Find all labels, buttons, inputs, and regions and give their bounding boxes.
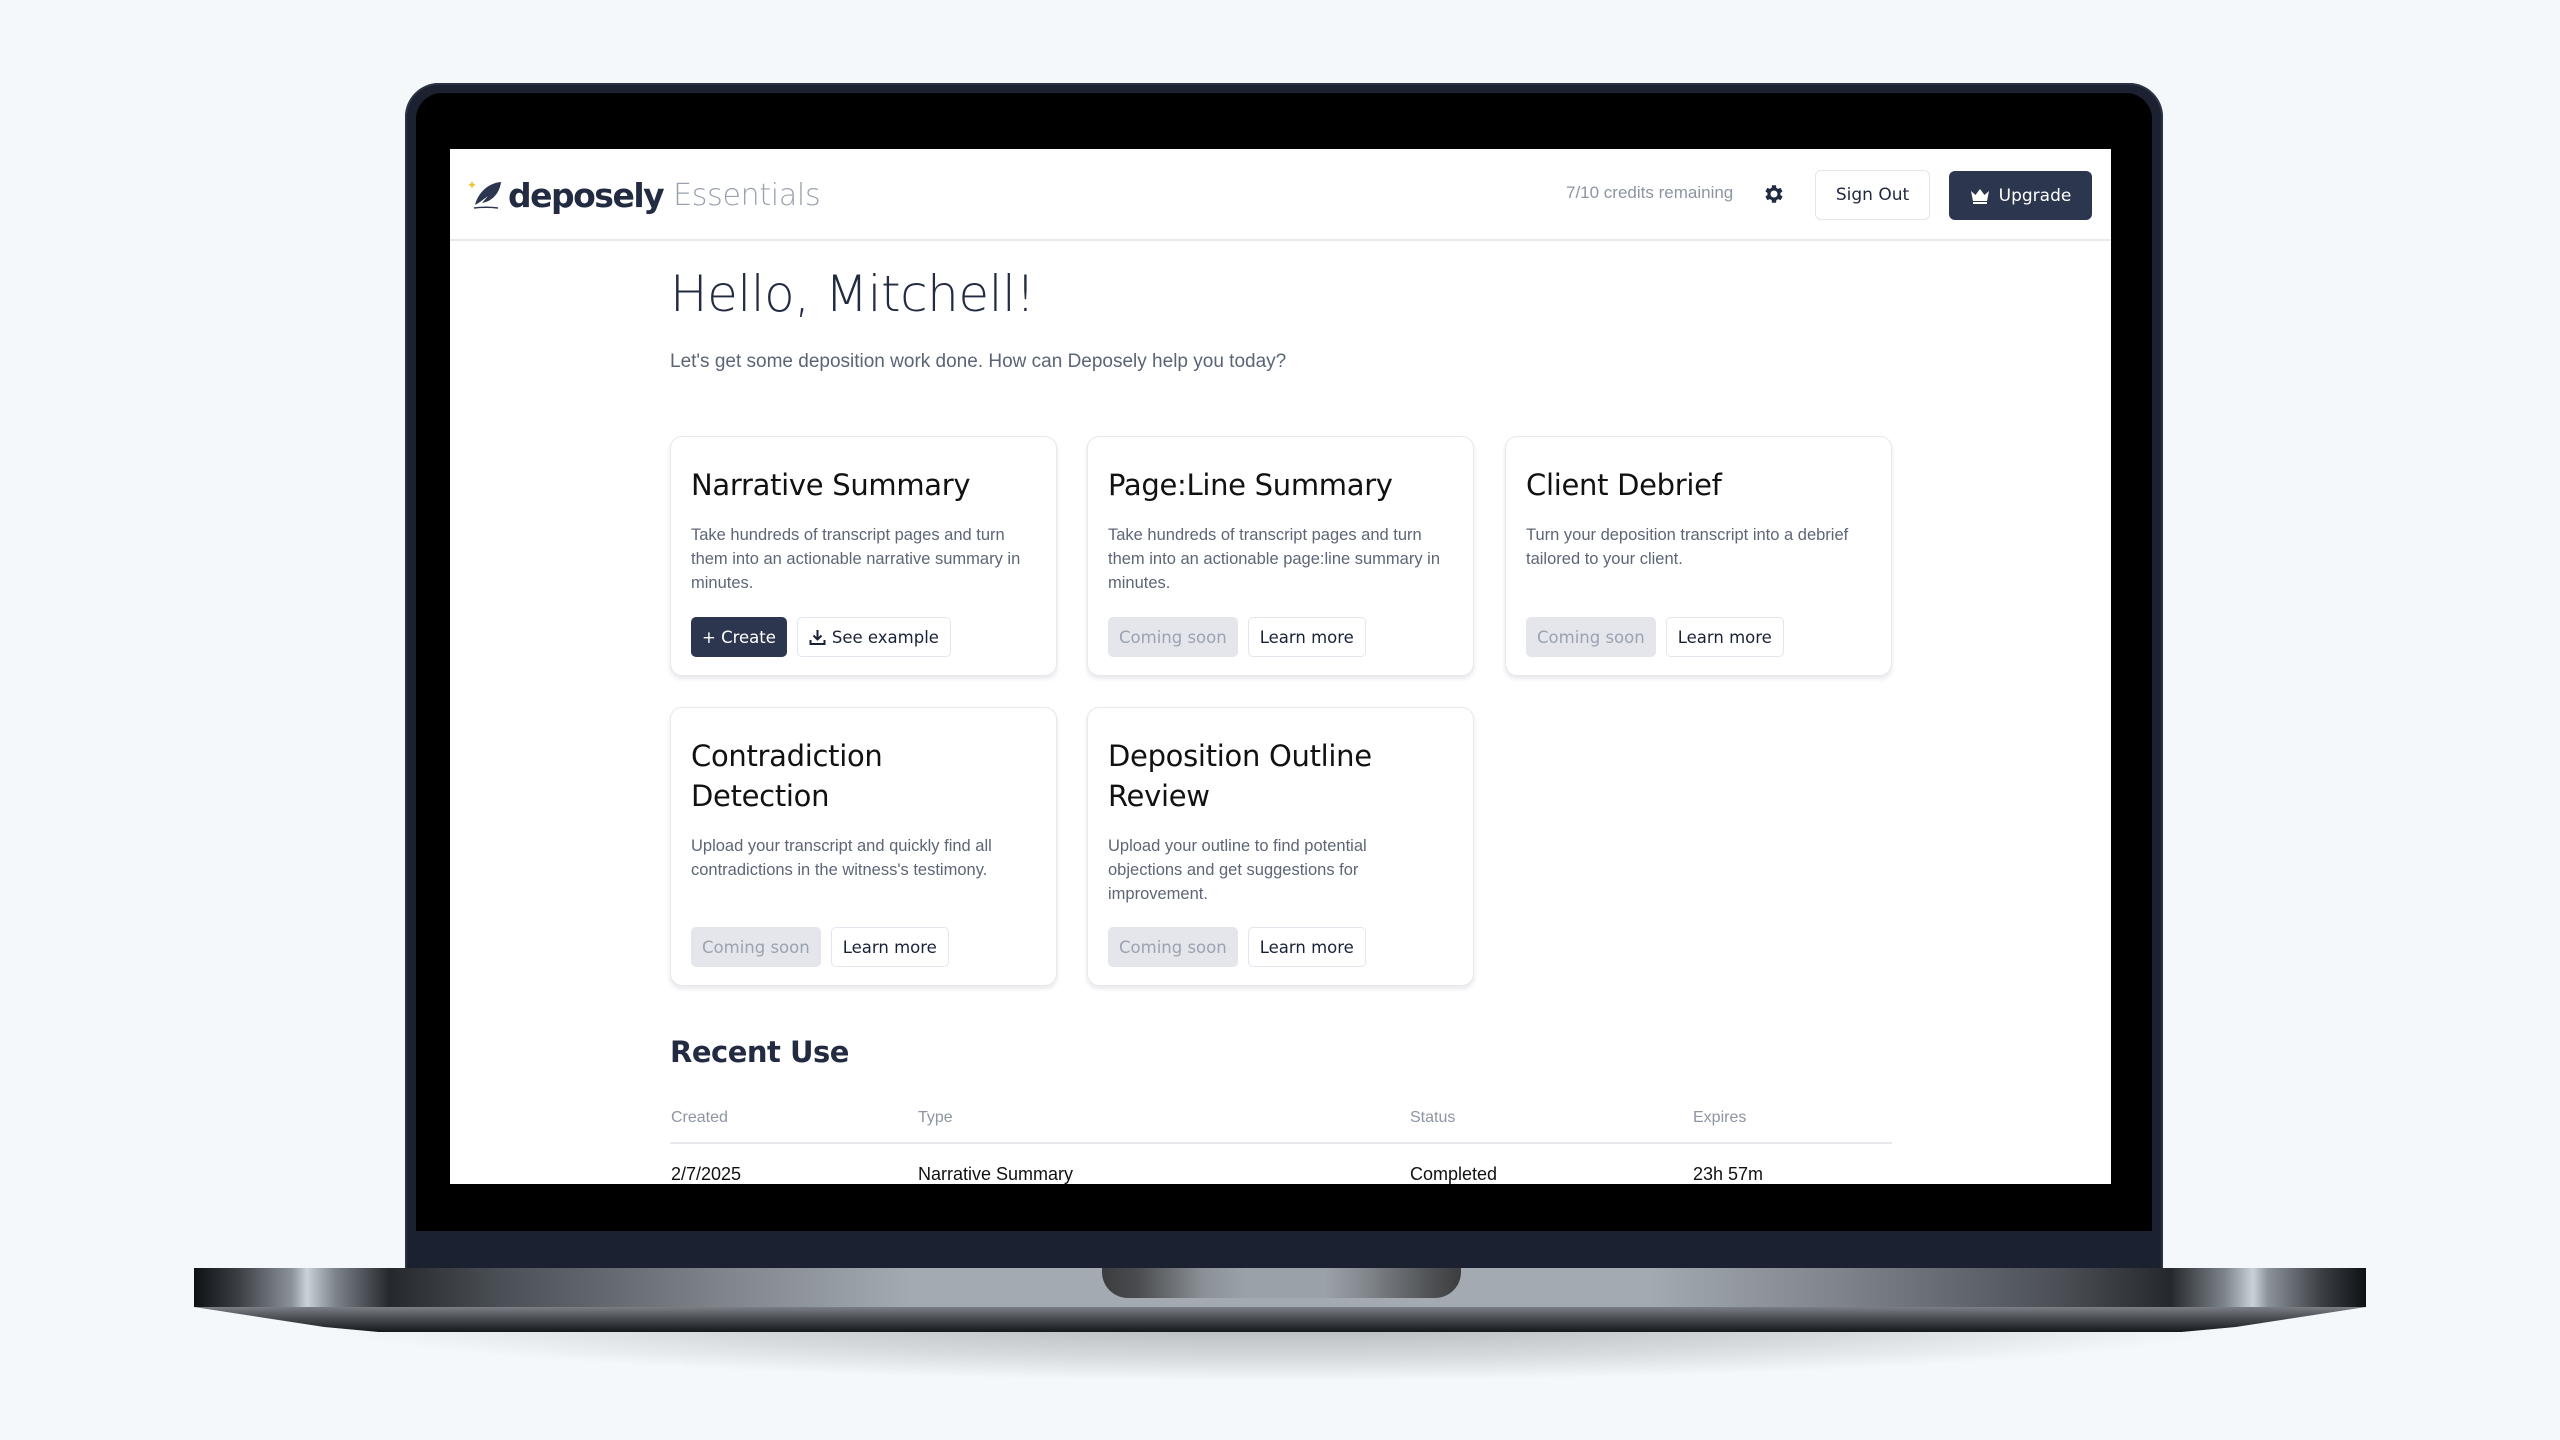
card-title: Contradiction Detection <box>691 739 883 813</box>
learn-more-button[interactable]: Learn more <box>1247 617 1366 657</box>
laptop-base-bottom <box>194 1307 2366 1332</box>
card-deposition-outline-review: Deposition Outline Review Upload your ou… <box>1087 707 1474 986</box>
coming-soon-badge: Coming soon <box>1108 617 1238 657</box>
table-header: Created Type Status Expires <box>670 1099 1892 1144</box>
card-title: Page:Line Summary <box>1108 468 1393 502</box>
coming-soon-badge: Coming soon <box>1526 617 1656 657</box>
top-header: deposely Essentials 7/10 credits remaini… <box>450 149 2111 241</box>
upgrade-label: Upgrade <box>1998 185 2072 206</box>
card-actions: Coming soon Learn more <box>691 927 949 967</box>
learn-more-button[interactable]: Learn more <box>1665 617 1784 657</box>
card-description: Take hundreds of transcript pages and tu… <box>1108 526 1441 592</box>
brand-name: deposely <box>508 175 665 215</box>
coming-soon-badge: Coming soon <box>1108 927 1238 967</box>
laptop-notch <box>1102 1268 1461 1298</box>
column-header-created[interactable]: Created <box>671 1109 728 1127</box>
column-header-status[interactable]: Status <box>1410 1109 1455 1127</box>
create-button[interactable]: + Create <box>691 617 787 657</box>
download-icon <box>809 629 826 645</box>
card-client-debrief: Client Debrief Turn your deposition tran… <box>1505 436 1892 676</box>
recent-use-table: Created Type Status Expires 2/7/2025 Nar… <box>670 1099 1892 1184</box>
card-title: Narrative Summary <box>691 468 971 502</box>
app-screen: deposely Essentials 7/10 credits remaini… <box>450 149 2111 1184</box>
card-title: Deposition Outline Review <box>1108 739 1372 813</box>
card-title: Client Debrief <box>1526 468 1722 502</box>
card-description: Upload your outline to find potential ob… <box>1108 837 1367 903</box>
credits-remaining: 7/10 credits remaining <box>1566 183 1734 202</box>
feather-quill-icon <box>468 181 501 209</box>
card-actions: + Create See example <box>691 617 951 657</box>
sign-out-button[interactable]: Sign Out <box>1815 170 1930 220</box>
card-actions: Coming soon Learn more <box>1108 617 1366 657</box>
crown-icon <box>1970 188 1989 204</box>
card-actions: Coming soon Learn more <box>1526 617 1784 657</box>
cell-status: Completed <box>1410 1164 1498 1184</box>
card-actions: Coming soon Learn more <box>1108 927 1366 967</box>
learn-more-button[interactable]: Learn more <box>1247 927 1366 967</box>
page-title: Hello, Mitchell! <box>670 265 1035 323</box>
gear-icon[interactable] <box>1762 182 1786 206</box>
upgrade-button[interactable]: Upgrade <box>1949 171 2092 220</box>
see-example-button[interactable]: See example <box>796 617 951 657</box>
column-header-expires[interactable]: Expires <box>1693 1109 1746 1127</box>
coming-soon-badge: Coming soon <box>691 927 821 967</box>
card-description: Take hundreds of transcript pages and tu… <box>691 526 1021 592</box>
see-example-label: See example <box>831 627 939 647</box>
card-narrative-summary: Narrative Summary Take hundreds of trans… <box>670 436 1057 676</box>
cell-created: 2/7/2025 <box>671 1164 742 1184</box>
table-row[interactable]: 2/7/2025 Narrative Summary Completed 23h… <box>670 1144 1892 1184</box>
card-page-line-summary: Page:Line Summary Take hundreds of trans… <box>1087 436 1474 676</box>
logo[interactable]: deposely Essentials <box>468 173 821 217</box>
page-subtitle: Let's get some deposition work done. How… <box>670 351 1287 372</box>
recent-use-heading: Recent Use <box>670 1035 849 1069</box>
card-contradiction-detection: Contradiction Detection Upload your tran… <box>670 707 1057 986</box>
card-description: Upload your transcript and quickly find … <box>691 837 992 879</box>
column-header-type[interactable]: Type <box>918 1109 953 1127</box>
product-name: Essentials <box>673 177 821 213</box>
card-description: Turn your deposition transcript into a d… <box>1526 526 1849 568</box>
cell-type: Narrative Summary <box>918 1164 1074 1184</box>
learn-more-button[interactable]: Learn more <box>830 927 949 967</box>
cell-expires: 23h 57m <box>1693 1164 1764 1184</box>
